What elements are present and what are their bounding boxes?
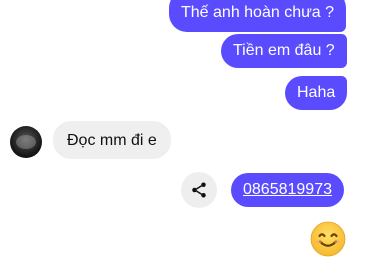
outgoing-message-phone[interactable]: 0865819973 [231,173,344,207]
outgoing-message[interactable]: Tiền em đâu ? [221,34,347,68]
message-text: Thế anh hoàn chưa ? [181,4,335,21]
message-text: Haha [297,84,336,101]
outgoing-message[interactable]: Haha [285,76,348,110]
phone-number-link[interactable]: 0865819973 [243,181,332,198]
smiling-face-icon[interactable] [310,221,346,257]
share-button[interactable] [181,172,217,208]
message-text: Đọc mm đi e [67,132,157,149]
share-icon [192,182,206,198]
incoming-message[interactable]: Đọc mm đi e [53,121,171,159]
chat-thread: Thế anh hoàn chưa ? Tiền em đâu ? Haha Đ… [0,0,374,257]
contact-avatar[interactable] [10,126,42,158]
outgoing-message[interactable]: Thế anh hoàn chưa ? [169,0,347,32]
message-text: Tiền em đâu ? [233,42,335,59]
